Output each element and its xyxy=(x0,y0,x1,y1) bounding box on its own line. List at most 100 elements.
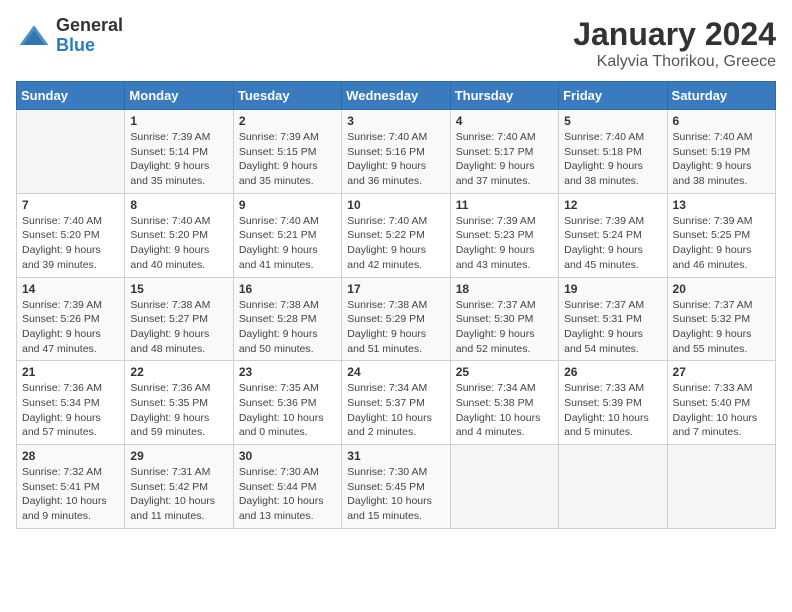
cell-date: 3 xyxy=(347,114,444,128)
calendar-week-4: 21 Sunrise: 7:36 AMSunset: 5:34 PMDayligh… xyxy=(17,361,776,445)
cell-info: Sunrise: 7:38 AMSunset: 5:27 PMDaylight:… xyxy=(130,298,227,357)
logo-blue: Blue xyxy=(56,36,123,56)
cell-date: 24 xyxy=(347,365,444,379)
calendar-cell: 11 Sunrise: 7:39 AMSunset: 5:23 PMDayligh… xyxy=(450,193,558,277)
cell-date: 11 xyxy=(456,198,553,212)
calendar-cell: 7Sunrise: 7:40 AMSunset: 5:20 PMDaylight… xyxy=(17,193,125,277)
cell-info: Sunrise: 7:34 AMSunset: 5:38 PMDaylight:… xyxy=(456,381,553,440)
cell-info: Sunrise: 7:37 AMSunset: 5:30 PMDaylight:… xyxy=(456,298,553,357)
cell-info: Sunrise: 7:36 AMSunset: 5:34 PMDaylight:… xyxy=(22,381,119,440)
calendar-cell: 25 Sunrise: 7:34 AMSunset: 5:38 PMDayligh… xyxy=(450,361,558,445)
logo-text: General Blue xyxy=(56,16,123,56)
cell-info: Sunrise: 7:40 AMSunset: 5:21 PMDaylight:… xyxy=(239,214,336,273)
cell-date: 5 xyxy=(564,114,661,128)
calendar-cell: 23 Sunrise: 7:35 AMSunset: 5:36 PMDayligh… xyxy=(233,361,341,445)
calendar-cell: 30Sunrise: 7:30 AMSunset: 5:44 PMDayligh… xyxy=(233,445,341,529)
calendar-week-3: 14Sunrise: 7:39 AMSunset: 5:26 PMDayligh… xyxy=(17,277,776,361)
cell-info: Sunrise: 7:30 AMSunset: 5:44 PMDaylight:… xyxy=(239,465,336,524)
cell-info: Sunrise: 7:40 AMSunset: 5:20 PMDaylight:… xyxy=(22,214,119,273)
title-block: January 2024 Kalyvia Thorikou, Greece xyxy=(573,16,776,71)
calendar-week-5: 28 Sunrise: 7:32 AMSunset: 5:41 PMDayligh… xyxy=(17,445,776,529)
cell-info: Sunrise: 7:40 AMSunset: 5:16 PMDaylight:… xyxy=(347,130,444,189)
calendar-cell: 8Sunrise: 7:40 AMSunset: 5:20 PMDaylight… xyxy=(125,193,233,277)
calendar-cell: 15 Sunrise: 7:38 AMSunset: 5:27 PMDayligh… xyxy=(125,277,233,361)
cell-date: 29 xyxy=(130,449,227,463)
header-wednesday: Wednesday xyxy=(342,82,450,110)
cell-date: 9 xyxy=(239,198,336,212)
header-tuesday: Tuesday xyxy=(233,82,341,110)
cell-info: Sunrise: 7:38 AMSunset: 5:29 PMDaylight:… xyxy=(347,298,444,357)
calendar-cell xyxy=(450,445,558,529)
cell-info: Sunrise: 7:39 AMSunset: 5:25 PMDaylight:… xyxy=(673,214,770,273)
calendar-cell: 5 Sunrise: 7:40 AMSunset: 5:18 PMDaylight… xyxy=(559,110,667,194)
calendar-table: SundayMondayTuesdayWednesdayThursdayFrid… xyxy=(16,81,776,529)
cell-date: 12 xyxy=(564,198,661,212)
calendar-cell: 26Sunrise: 7:33 AMSunset: 5:39 PMDayligh… xyxy=(559,361,667,445)
calendar-cell: 21 Sunrise: 7:36 AMSunset: 5:34 PMDayligh… xyxy=(17,361,125,445)
logo-general: General xyxy=(56,16,123,36)
calendar-cell: 10 Sunrise: 7:40 AMSunset: 5:22 PMDayligh… xyxy=(342,193,450,277)
cell-date: 28 xyxy=(22,449,119,463)
cell-date: 23 xyxy=(239,365,336,379)
cell-info: Sunrise: 7:37 AMSunset: 5:31 PMDaylight:… xyxy=(564,298,661,357)
header-friday: Friday xyxy=(559,82,667,110)
calendar-cell: 29 Sunrise: 7:31 AMSunset: 5:42 PMDayligh… xyxy=(125,445,233,529)
calendar-cell: 19 Sunrise: 7:37 AMSunset: 5:31 PMDayligh… xyxy=(559,277,667,361)
cell-date: 10 xyxy=(347,198,444,212)
calendar-cell: 31 Sunrise: 7:30 AMSunset: 5:45 PMDayligh… xyxy=(342,445,450,529)
cell-date: 27 xyxy=(673,365,770,379)
cell-info: Sunrise: 7:34 AMSunset: 5:37 PMDaylight:… xyxy=(347,381,444,440)
calendar-cell: 16Sunrise: 7:38 AMSunset: 5:28 PMDayligh… xyxy=(233,277,341,361)
header-monday: Monday xyxy=(125,82,233,110)
cell-info: Sunrise: 7:35 AMSunset: 5:36 PMDaylight:… xyxy=(239,381,336,440)
cell-info: Sunrise: 7:39 AMSunset: 5:15 PMDaylight:… xyxy=(239,130,336,189)
calendar-cell: 6Sunrise: 7:40 AMSunset: 5:19 PMDaylight… xyxy=(667,110,775,194)
cell-date: 31 xyxy=(347,449,444,463)
cell-info: Sunrise: 7:33 AMSunset: 5:39 PMDaylight:… xyxy=(564,381,661,440)
cell-date: 21 xyxy=(22,365,119,379)
calendar-cell: 24 Sunrise: 7:34 AMSunset: 5:37 PMDayligh… xyxy=(342,361,450,445)
calendar-cell xyxy=(667,445,775,529)
cell-date: 4 xyxy=(456,114,553,128)
cell-date: 25 xyxy=(456,365,553,379)
calendar-cell: 4 Sunrise: 7:40 AMSunset: 5:17 PMDaylight… xyxy=(450,110,558,194)
calendar-cell: 18 Sunrise: 7:37 AMSunset: 5:30 PMDayligh… xyxy=(450,277,558,361)
calendar-cell: 9 Sunrise: 7:40 AMSunset: 5:21 PMDaylight… xyxy=(233,193,341,277)
cell-date: 16 xyxy=(239,282,336,296)
cell-info: Sunrise: 7:30 AMSunset: 5:45 PMDaylight:… xyxy=(347,465,444,524)
page-header: General Blue January 2024 Kalyvia Thorik… xyxy=(16,16,776,71)
logo-icon xyxy=(16,18,52,54)
cell-info: Sunrise: 7:40 AMSunset: 5:22 PMDaylight:… xyxy=(347,214,444,273)
cell-date: 2 xyxy=(239,114,336,128)
cell-info: Sunrise: 7:40 AMSunset: 5:17 PMDaylight:… xyxy=(456,130,553,189)
cell-date: 15 xyxy=(130,282,227,296)
logo: General Blue xyxy=(16,16,123,56)
cell-date: 14 xyxy=(22,282,119,296)
cell-info: Sunrise: 7:37 AMSunset: 5:32 PMDaylight:… xyxy=(673,298,770,357)
calendar-cell xyxy=(559,445,667,529)
cell-date: 18 xyxy=(456,282,553,296)
cell-info: Sunrise: 7:32 AMSunset: 5:41 PMDaylight:… xyxy=(22,465,119,524)
cell-date: 13 xyxy=(673,198,770,212)
cell-date: 17 xyxy=(347,282,444,296)
calendar-cell: 1Sunrise: 7:39 AMSunset: 5:14 PMDaylight… xyxy=(125,110,233,194)
header-thursday: Thursday xyxy=(450,82,558,110)
cell-info: Sunrise: 7:40 AMSunset: 5:18 PMDaylight:… xyxy=(564,130,661,189)
calendar-cell: 2 Sunrise: 7:39 AMSunset: 5:15 PMDaylight… xyxy=(233,110,341,194)
header-sunday: Sunday xyxy=(17,82,125,110)
cell-date: 1 xyxy=(130,114,227,128)
calendar-cell: 28 Sunrise: 7:32 AMSunset: 5:41 PMDayligh… xyxy=(17,445,125,529)
cell-info: Sunrise: 7:36 AMSunset: 5:35 PMDaylight:… xyxy=(130,381,227,440)
page-title: January 2024 xyxy=(573,16,776,53)
calendar-week-2: 7Sunrise: 7:40 AMSunset: 5:20 PMDaylight… xyxy=(17,193,776,277)
calendar-cell: 13 Sunrise: 7:39 AMSunset: 5:25 PMDayligh… xyxy=(667,193,775,277)
calendar-header-row: SundayMondayTuesdayWednesdayThursdayFrid… xyxy=(17,82,776,110)
cell-date: 19 xyxy=(564,282,661,296)
cell-info: Sunrise: 7:31 AMSunset: 5:42 PMDaylight:… xyxy=(130,465,227,524)
calendar-cell: 17 Sunrise: 7:38 AMSunset: 5:29 PMDayligh… xyxy=(342,277,450,361)
calendar-cell: 20Sunrise: 7:37 AMSunset: 5:32 PMDayligh… xyxy=(667,277,775,361)
cell-info: Sunrise: 7:39 AMSunset: 5:23 PMDaylight:… xyxy=(456,214,553,273)
calendar-cell: 22Sunrise: 7:36 AMSunset: 5:35 PMDayligh… xyxy=(125,361,233,445)
calendar-cell: 14Sunrise: 7:39 AMSunset: 5:26 PMDayligh… xyxy=(17,277,125,361)
cell-info: Sunrise: 7:39 AMSunset: 5:24 PMDaylight:… xyxy=(564,214,661,273)
